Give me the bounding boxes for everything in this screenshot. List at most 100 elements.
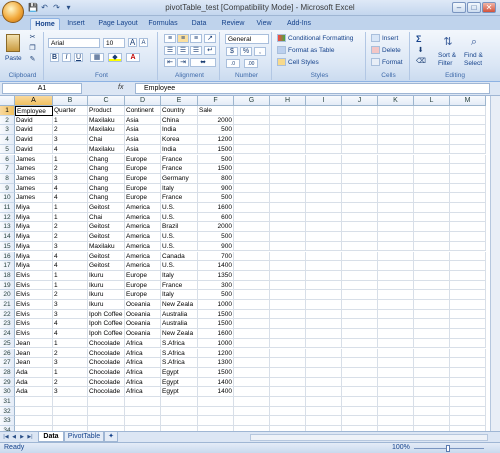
cell-H17[interactable] <box>270 261 306 271</box>
cell-D3[interactable]: Asia <box>125 125 161 136</box>
next-sheet-icon[interactable]: ▶ <box>19 434 25 441</box>
cell-H23[interactable] <box>270 319 306 330</box>
cell-M33[interactable] <box>450 416 486 427</box>
cell-H11[interactable] <box>270 203 306 213</box>
cell-F19[interactable]: 300 <box>198 280 234 291</box>
align-right-icon[interactable]: ☰ <box>190 46 202 55</box>
cell-I12[interactable] <box>306 212 342 223</box>
cell-A32[interactable] <box>15 406 53 417</box>
cell-A26[interactable]: Jean <box>15 348 53 359</box>
cell-I16[interactable] <box>306 251 342 262</box>
cell-J32[interactable] <box>342 406 378 417</box>
cell-E5[interactable]: India <box>161 144 198 155</box>
worksheet-grid[interactable]: ABCDEFGHIJKLM 1 Employee Quarter Product Con… <box>0 96 490 431</box>
cell-K2[interactable] <box>378 115 414 126</box>
underline-button[interactable]: U <box>74 53 83 62</box>
cell-E29[interactable]: Egypt <box>161 377 198 388</box>
cell-G33[interactable] <box>234 416 270 427</box>
cell-B6[interactable]: 1 <box>53 154 88 165</box>
first-sheet-icon[interactable]: |◀ <box>3 434 9 441</box>
sheet-tab-data[interactable]: Data <box>38 432 64 442</box>
cell-M19[interactable] <box>450 280 486 291</box>
cell-E18[interactable]: Italy <box>161 270 198 281</box>
cell-M8[interactable] <box>450 173 486 184</box>
cell-M22[interactable] <box>450 309 486 320</box>
minimize-button[interactable]: – <box>452 2 466 13</box>
font-size-dropdown[interactable]: 10 <box>103 38 125 48</box>
cell-E21[interactable]: New Zeala <box>161 300 198 310</box>
font-color-icon[interactable]: A <box>126 53 140 62</box>
cell-L24[interactable] <box>414 329 450 339</box>
cell-J12[interactable] <box>342 212 378 223</box>
font-name-dropdown[interactable]: Arial <box>48 38 100 48</box>
row-header[interactable]: 11 <box>0 203 15 213</box>
cell-styles-button[interactable]: Cell Styles <box>288 59 319 66</box>
cell-A9[interactable]: James <box>15 183 53 194</box>
cell-F33[interactable] <box>198 416 234 427</box>
cell-J17[interactable] <box>342 261 378 271</box>
cell-C28[interactable]: Chocolade <box>88 367 125 378</box>
cell-C11[interactable]: Geitost <box>88 203 125 213</box>
row-header[interactable]: 17 <box>0 261 15 271</box>
cell-E19[interactable]: France <box>161 280 198 291</box>
cell-C12[interactable]: Chai <box>88 212 125 223</box>
cell-J15[interactable] <box>342 241 378 252</box>
fill-icon[interactable]: ⬇ <box>416 47 425 56</box>
office-button[interactable] <box>2 1 24 23</box>
cell-G4[interactable] <box>234 135 270 145</box>
cell-J2[interactable] <box>342 115 378 126</box>
cell-F32[interactable] <box>198 406 234 417</box>
row-header[interactable]: 5 <box>0 144 15 155</box>
wrap-text-icon[interactable]: ↵ <box>204 46 216 55</box>
row-header[interactable]: 30 <box>0 387 15 397</box>
cell-H21[interactable] <box>270 300 306 310</box>
cell-M17[interactable] <box>450 261 486 271</box>
cell-F3[interactable]: 500 <box>198 125 234 136</box>
cell-I32[interactable] <box>306 406 342 417</box>
cell-M18[interactable] <box>450 270 486 281</box>
cell-D31[interactable] <box>125 397 161 407</box>
cell-A20[interactable]: Elvis <box>15 290 53 300</box>
row-header[interactable]: 24 <box>0 329 15 339</box>
cell-I25[interactable] <box>306 338 342 349</box>
cell-E31[interactable] <box>161 397 198 407</box>
cell-E17[interactable]: U.S. <box>161 261 198 271</box>
insert-sheet-icon[interactable]: ✦ <box>104 432 118 442</box>
cell-I26[interactable] <box>306 348 342 359</box>
cell-G25[interactable] <box>234 338 270 349</box>
cell-J33[interactable] <box>342 416 378 427</box>
cell-C4[interactable]: Chai <box>88 135 125 145</box>
cell-B27[interactable]: 3 <box>53 358 88 368</box>
cell-F24[interactable]: 1600 <box>198 329 234 339</box>
cell-H31[interactable] <box>270 397 306 407</box>
cell-K18[interactable] <box>378 270 414 281</box>
tab-view[interactable]: View <box>253 18 275 30</box>
cell-B33[interactable] <box>53 416 88 427</box>
cell-M5[interactable] <box>450 144 486 155</box>
cell-B32[interactable] <box>53 406 88 417</box>
row-header[interactable]: 2 <box>0 115 15 126</box>
formula-input[interactable]: Employee <box>135 83 490 94</box>
cell-E3[interactable]: India <box>161 125 198 136</box>
cell-M29[interactable] <box>450 377 486 388</box>
cell-E27[interactable]: S.Africa <box>161 358 198 368</box>
cell-L12[interactable] <box>414 212 450 223</box>
decrease-indent-icon[interactable]: ⇤ <box>164 58 176 67</box>
cell-A7[interactable]: James <box>15 164 53 174</box>
cell-L30[interactable] <box>414 387 450 397</box>
cell-J20[interactable] <box>342 290 378 300</box>
cell-K30[interactable] <box>378 387 414 397</box>
cell-A4[interactable]: David <box>15 135 53 145</box>
column-header-L[interactable]: L <box>414 96 450 106</box>
cell-C16[interactable]: Geitost <box>88 251 125 262</box>
cell-E12[interactable]: U.S. <box>161 212 198 223</box>
zoom-level[interactable]: 100% <box>392 444 410 451</box>
cell-L13[interactable] <box>414 222 450 233</box>
cell-F7[interactable]: 1500 <box>198 164 234 174</box>
cell-A18[interactable]: Elvis <box>15 270 53 281</box>
cell-G5[interactable] <box>234 144 270 155</box>
cell-K11[interactable] <box>378 203 414 213</box>
cell-K27[interactable] <box>378 358 414 368</box>
cell-J11[interactable] <box>342 203 378 213</box>
cell-E2[interactable]: China <box>161 115 198 126</box>
